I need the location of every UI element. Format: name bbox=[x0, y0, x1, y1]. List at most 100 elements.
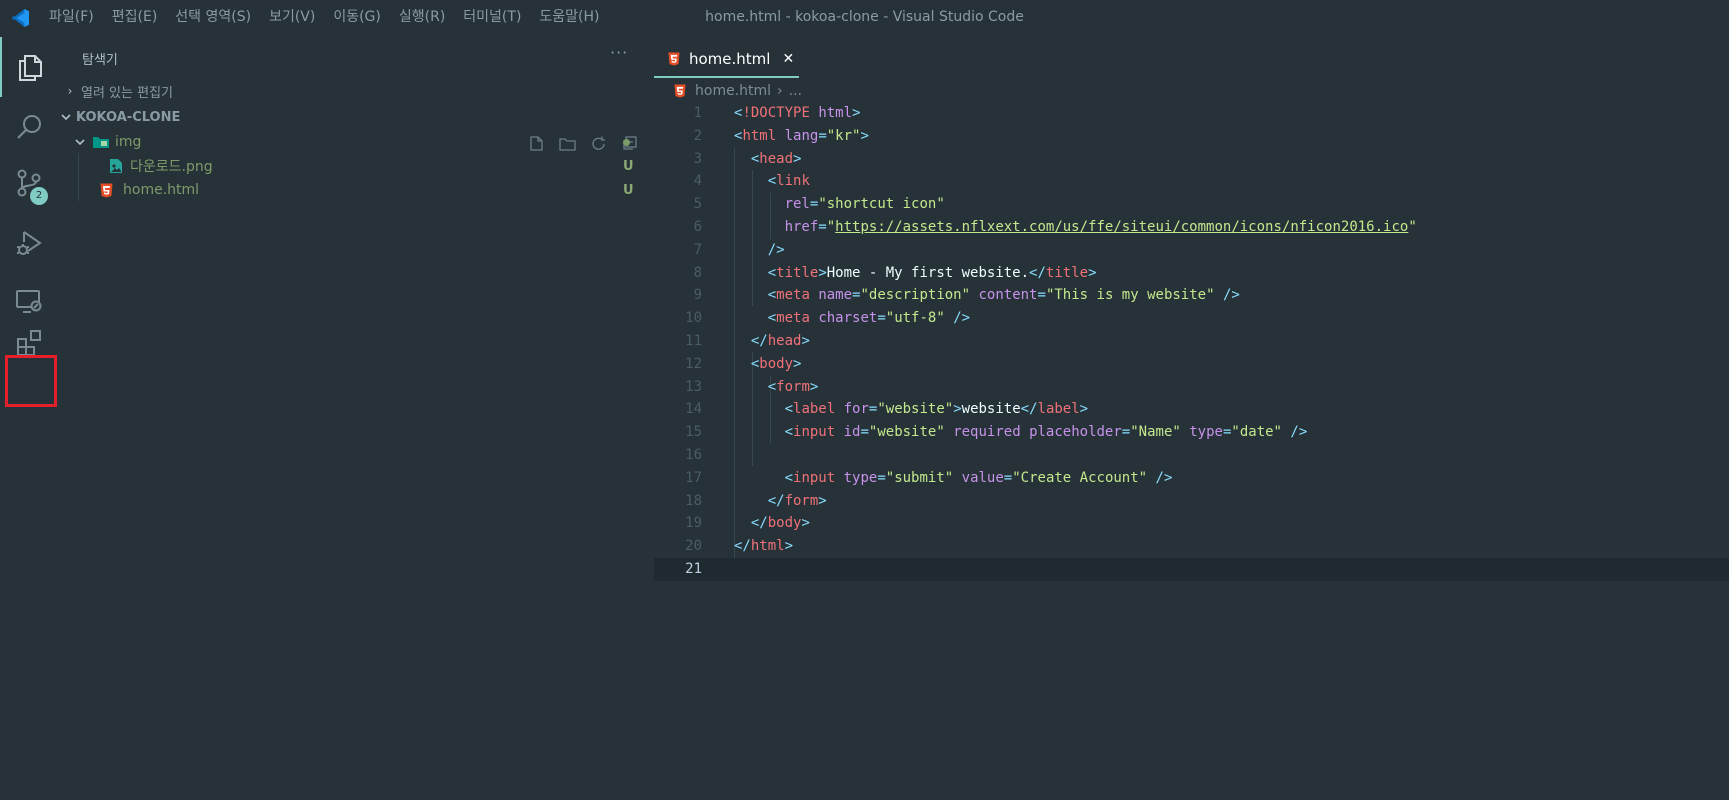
code-line: 16 bbox=[654, 444, 1729, 467]
line-number: 16 bbox=[685, 446, 702, 463]
activity-source-control[interactable]: 2 bbox=[0, 153, 57, 213]
token: charset bbox=[818, 310, 878, 327]
chevron-right-icon: › bbox=[67, 84, 73, 98]
activity-bar: 2 bbox=[0, 35, 57, 800]
breadcrumb-symbol[interactable]: ... bbox=[789, 83, 802, 99]
menu-selection[interactable]: 선택 영역(S) bbox=[166, 0, 260, 35]
line-number: 13 bbox=[685, 378, 702, 395]
menu-terminal[interactable]: 터미널(T) bbox=[454, 0, 530, 35]
extensions-highlight-box bbox=[5, 355, 57, 407]
line-number: 14 bbox=[685, 401, 702, 418]
code-line: 17 <input type="submit" value="Create Ac… bbox=[654, 467, 1729, 490]
tree-item-img[interactable]: img bbox=[57, 129, 654, 155]
token: !DOCTYPE bbox=[742, 105, 810, 121]
breadcrumb: home.html › ... bbox=[674, 80, 802, 102]
menu-go[interactable]: 이동(G) bbox=[324, 0, 390, 35]
tab-home-html[interactable]: home.html ✕ bbox=[654, 42, 799, 78]
token: name bbox=[818, 287, 853, 304]
code-line: 8 <title>Home - My first website.</title… bbox=[654, 262, 1729, 285]
chevron-right-icon: › bbox=[777, 83, 783, 99]
token: meta bbox=[776, 310, 810, 327]
more-actions-button[interactable]: ··· bbox=[610, 43, 628, 62]
token: "date" bbox=[1231, 424, 1282, 441]
url-link[interactable]: https://assets.nflxext.com/us/ffe/siteui… bbox=[835, 219, 1408, 235]
token: href bbox=[784, 218, 819, 235]
token: "submit" bbox=[885, 469, 954, 486]
line-number: 3 bbox=[693, 150, 702, 167]
html5-icon bbox=[668, 52, 680, 66]
line-number: 11 bbox=[685, 332, 702, 349]
modified-dot bbox=[623, 139, 630, 146]
line-number: 8 bbox=[693, 264, 702, 281]
line-number: 1 bbox=[693, 105, 702, 121]
sidebar-title: 탐색기 bbox=[82, 53, 118, 68]
chevron-down-icon bbox=[75, 139, 85, 146]
code-line: 15 <input id="website" required placehol… bbox=[654, 421, 1729, 444]
token: required bbox=[953, 424, 1021, 441]
untracked-status: U bbox=[623, 182, 634, 198]
line-number: 21 bbox=[685, 560, 702, 577]
html5-icon bbox=[674, 84, 686, 98]
token: "website" bbox=[868, 424, 945, 441]
token: html bbox=[818, 105, 853, 121]
activity-search[interactable] bbox=[0, 97, 57, 157]
token: value bbox=[961, 469, 1004, 486]
code-line: 18 </form> bbox=[654, 490, 1729, 513]
token: label bbox=[1037, 401, 1080, 418]
code-line: 19 </body> bbox=[654, 512, 1729, 535]
token: lang bbox=[784, 127, 819, 144]
token: html bbox=[750, 538, 785, 555]
token: form bbox=[776, 378, 810, 395]
menu-view[interactable]: 보기(V) bbox=[260, 0, 324, 35]
tree-item-home-html[interactable]: home.html U bbox=[57, 177, 654, 203]
token: type bbox=[843, 469, 878, 486]
explorer-sidebar: 탐색기 ··· › 열려 있는 편집기 KOKOA-CLONE img 다운로드… bbox=[57, 35, 654, 800]
token: body bbox=[767, 515, 802, 532]
menu-run[interactable]: 실행(R) bbox=[390, 0, 454, 35]
html5-icon bbox=[100, 183, 113, 197]
code-line: 5 rel="shortcut icon" bbox=[654, 193, 1729, 216]
tree-item-label: 다운로드.png bbox=[130, 159, 213, 175]
tree-item-label: home.html bbox=[123, 182, 200, 198]
kokoa-clone-section[interactable]: KOKOA-CLONE bbox=[57, 104, 654, 130]
editor-area: home.html ✕ home.html › ... 1 <!DOCTYPE h… bbox=[654, 35, 1729, 800]
token: meta bbox=[776, 287, 810, 304]
token: "This is my website" bbox=[1045, 287, 1215, 304]
run-debug-icon bbox=[16, 231, 42, 255]
line-number: 7 bbox=[693, 241, 702, 258]
token: html bbox=[742, 127, 777, 144]
line-number: 18 bbox=[685, 492, 702, 509]
token: "Name" bbox=[1130, 424, 1181, 441]
activity-explorer[interactable] bbox=[0, 37, 57, 97]
breadcrumb-file[interactable]: home.html bbox=[695, 83, 771, 99]
code-line: 12 <body> bbox=[654, 353, 1729, 376]
line-number: 4 bbox=[693, 173, 702, 190]
token: body bbox=[759, 355, 794, 372]
token: title bbox=[776, 264, 819, 281]
tree-item-download-png[interactable]: 다운로드.png U bbox=[57, 153, 654, 179]
vscode-logo-icon bbox=[0, 0, 40, 35]
close-icon[interactable]: ✕ bbox=[782, 51, 794, 67]
token: content bbox=[978, 287, 1038, 304]
open-editors-section[interactable]: › 열려 있는 편집기 bbox=[57, 78, 654, 104]
menu-help[interactable]: 도움말(H) bbox=[530, 0, 608, 35]
source-control-badge: 2 bbox=[30, 187, 48, 205]
menu-edit[interactable]: 편집(E) bbox=[103, 0, 167, 35]
line-number: 19 bbox=[685, 515, 702, 532]
line-number: 17 bbox=[685, 469, 702, 486]
activity-run-debug[interactable] bbox=[0, 213, 57, 273]
code-line: 20 </html> bbox=[654, 535, 1729, 558]
token: "description" bbox=[860, 287, 971, 304]
menu-file[interactable]: 파일(F) bbox=[40, 0, 103, 35]
code-line: 2 <html lang="kr"> bbox=[654, 125, 1729, 148]
line-number: 9 bbox=[693, 287, 702, 304]
line-number: 5 bbox=[693, 196, 702, 213]
open-editors-label: 열려 있는 편집기 bbox=[81, 85, 173, 101]
token: "kr" bbox=[826, 127, 861, 144]
line-number: 20 bbox=[685, 538, 702, 555]
image-file-icon bbox=[110, 159, 122, 173]
code-line: 6 href="https://assets.nflxext.com/us/ff… bbox=[654, 216, 1729, 239]
chevron-down-icon bbox=[61, 114, 71, 121]
code-editor[interactable]: 1 <!DOCTYPE html> 2 <html lang="kr"> 3 <he… bbox=[654, 102, 1729, 581]
code-line: 11 </head> bbox=[654, 330, 1729, 353]
